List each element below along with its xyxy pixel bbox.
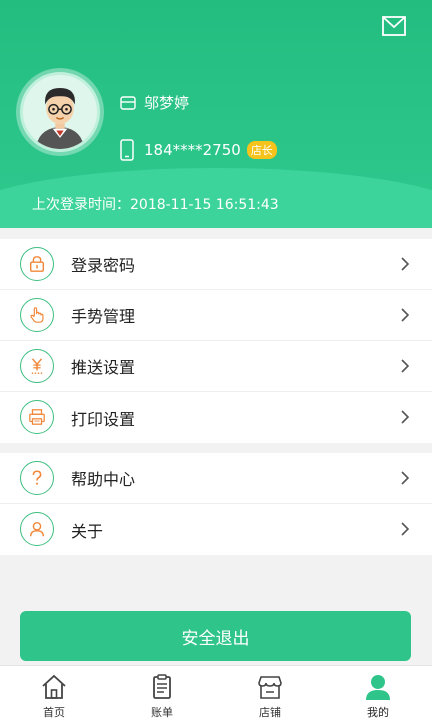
settings-group: 登录密码 手势管理 推送设置 打印设置 — [0, 239, 432, 443]
tab-label: 店铺 — [259, 706, 281, 719]
tab-label: 首页 — [43, 706, 65, 719]
profile-icon — [366, 675, 390, 700]
store-icon — [120, 95, 136, 110]
chevron-right-icon — [401, 410, 410, 424]
info-group: 帮助中心 关于 — [0, 453, 432, 555]
menu-item-push-settings[interactable]: 推送设置 — [0, 341, 432, 392]
chevron-right-icon — [401, 522, 410, 536]
menu-item-label: 登录密码 — [71, 256, 136, 275]
chevron-right-icon — [401, 257, 410, 271]
person-icon — [20, 512, 54, 546]
chevron-right-icon — [401, 471, 410, 485]
menu-item-gesture[interactable]: 手势管理 — [0, 290, 432, 341]
tab-shop[interactable]: 店铺 — [216, 666, 324, 720]
printer-icon — [20, 400, 54, 434]
yen-push-icon — [20, 349, 54, 383]
mail-icon[interactable] — [382, 16, 406, 36]
tab-label: 账单 — [151, 706, 173, 719]
menu-item-print-settings[interactable]: 打印设置 — [0, 392, 432, 443]
tab-mine[interactable]: 我的 — [324, 666, 432, 720]
avatar[interactable] — [20, 72, 100, 152]
phone-icon — [120, 139, 134, 161]
menu-item-label: 帮助中心 — [71, 470, 136, 489]
user-phone-row: 184****2750 店长 — [120, 139, 277, 161]
bottom-tab-bar: 首页 账单 店铺 我的 — [0, 665, 432, 720]
menu-item-label: 关于 — [71, 521, 104, 541]
hand-gesture-icon — [20, 298, 54, 332]
last-login-time: 上次登录时间：2018-11-15 16:51:43 — [32, 197, 279, 213]
menu-item-label: 打印设置 — [71, 409, 136, 429]
question-icon — [20, 461, 54, 495]
menu-item-about[interactable]: 关于 — [0, 504, 432, 555]
user-name: 邬梦婷 — [144, 94, 190, 112]
bill-icon — [153, 674, 171, 699]
tab-bill[interactable]: 账单 — [108, 666, 216, 720]
logout-button[interactable]: 安全退出 — [20, 611, 411, 661]
tab-label: 我的 — [367, 706, 389, 719]
user-phone: 184****2750 — [144, 141, 241, 159]
lock-icon — [20, 247, 54, 281]
chevron-right-icon — [401, 308, 410, 322]
role-badge: 店长 — [246, 141, 277, 159]
menu-item-label: 推送设置 — [71, 358, 136, 377]
profile-header: 邬梦婷 184****2750 店长 上次登录时间：2018-11-15 16:… — [0, 0, 432, 228]
home-icon — [42, 674, 66, 699]
user-name-row: 邬梦婷 — [120, 92, 189, 113]
avatar-illustration-icon — [23, 75, 97, 149]
menu-item-label: 手势管理 — [71, 307, 136, 326]
tab-home[interactable]: 首页 — [0, 666, 108, 720]
chevron-right-icon — [401, 359, 410, 373]
menu-item-login-password[interactable]: 登录密码 — [0, 239, 432, 290]
shop-icon — [258, 676, 282, 699]
menu-item-help-center[interactable]: 帮助中心 — [0, 453, 432, 504]
